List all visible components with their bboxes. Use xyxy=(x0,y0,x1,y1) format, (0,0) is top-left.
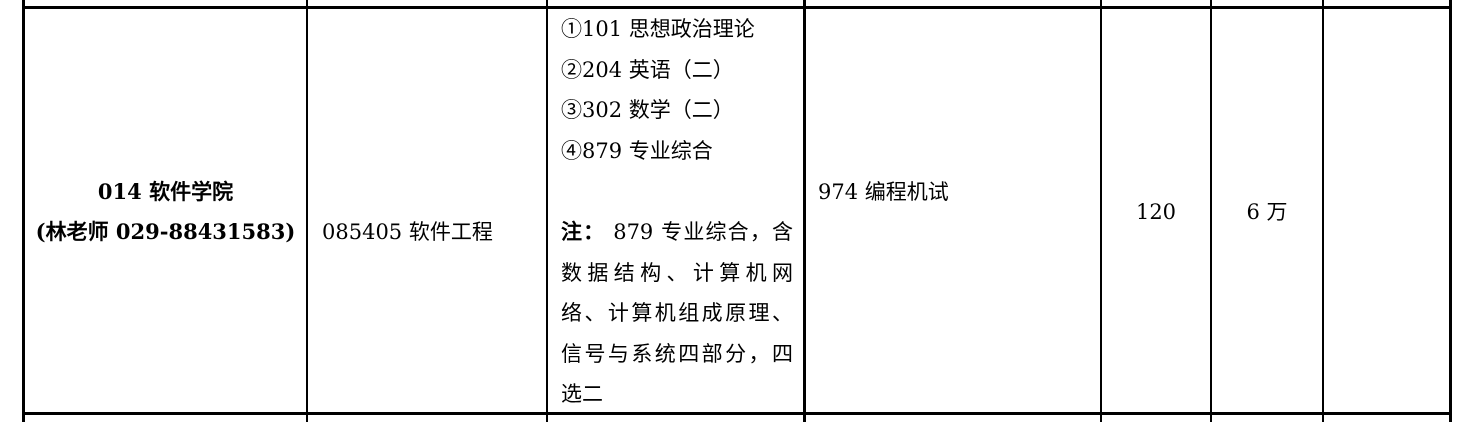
enrollment-count: 120 xyxy=(1135,200,1177,224)
department-name: 014 软件学院 xyxy=(97,179,234,204)
note-line: 注： 879 专业综合，含 xyxy=(561,212,793,253)
note-line: 数据结构、计算机网 xyxy=(561,260,793,285)
tuition-fee: 6 万 xyxy=(1246,200,1288,224)
table-border-right xyxy=(1449,0,1452,422)
retest-subject: 974 编程机试 xyxy=(818,180,949,204)
exam-note: 注： 879 专业综合，含 数据结构、计算机网 络、计算机组成原理、 信号与系统… xyxy=(561,212,793,415)
department-contact: (林老师 029-88431583) xyxy=(35,219,296,244)
note-text: 879 专业综合，含 xyxy=(605,220,794,244)
note-line: 络、计算机组成原理、 xyxy=(561,301,793,325)
column-divider xyxy=(306,0,308,422)
column-divider xyxy=(546,0,548,422)
note-line: 选二 xyxy=(561,382,603,406)
exam-subject-item: ④879 专业综合 xyxy=(561,138,713,163)
exam-subject-item: ②204 英语（二） xyxy=(561,57,734,82)
major-name: 085405 软件工程 xyxy=(322,220,493,244)
note-line: 信号与系统四部分，四 xyxy=(561,341,793,366)
column-divider xyxy=(1322,0,1324,422)
exam-subject-list: ①101 思想政治理论 ②204 英语（二） ③302 数学（二） ④879 专… xyxy=(561,9,755,171)
exam-subject-item: ①101 思想政治理论 xyxy=(561,17,755,41)
column-divider xyxy=(803,0,806,422)
note-label: 注： xyxy=(561,219,606,244)
exam-subject-item: ③302 数学（二） xyxy=(561,98,734,122)
admissions-table: 014 软件学院 (林老师 029-88431583) 085405 软件工程 … xyxy=(0,0,1465,422)
